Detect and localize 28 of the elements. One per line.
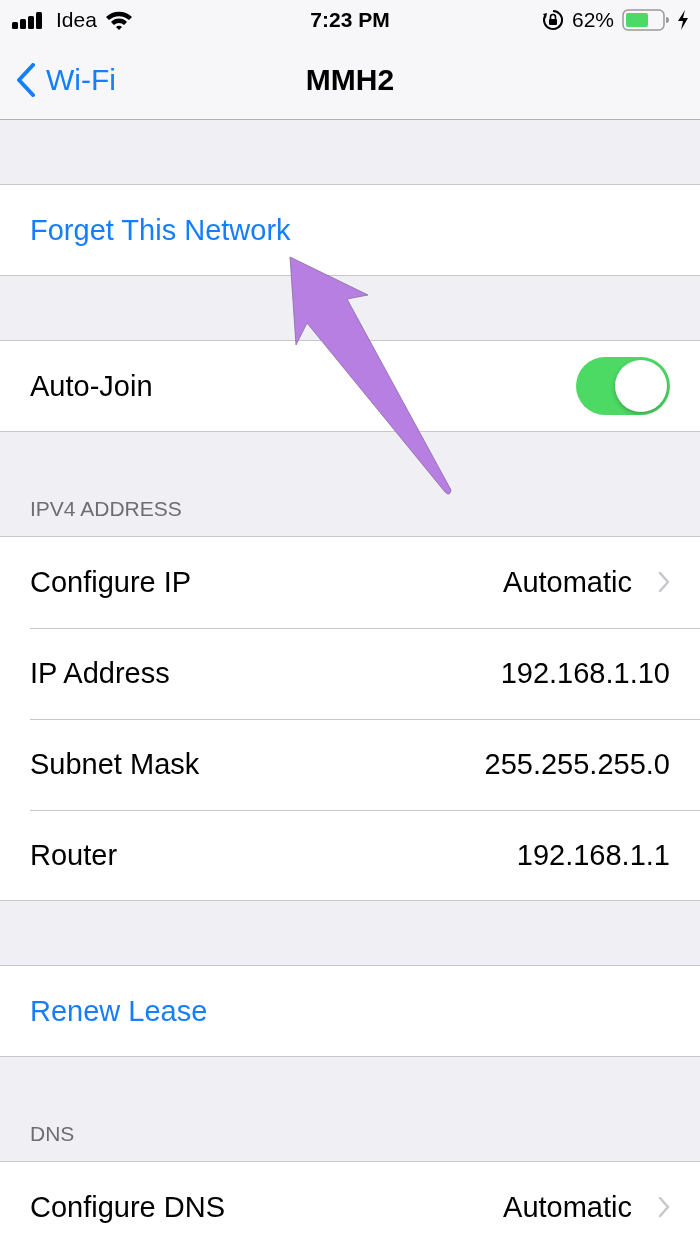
chevron-icon <box>658 571 670 593</box>
chevron-icon <box>658 1196 670 1218</box>
rotation-lock-icon <box>541 9 564 31</box>
row-label: Subnet Mask <box>30 747 200 781</box>
row-value: Automatic <box>503 565 632 599</box>
back-chevron-icon <box>16 62 36 97</box>
row-label: Configure DNS <box>30 1190 226 1224</box>
battery-percent: 62% <box>571 8 614 32</box>
row-value: 192.168.1.1 <box>516 838 670 872</box>
row-label: Auto-Join <box>30 369 153 403</box>
toggle-switch[interactable] <box>576 357 670 415</box>
charging-bolt-icon <box>678 10 688 30</box>
back-button[interactable]: Wi-Fi <box>0 62 116 97</box>
section-header: DNS <box>29 1122 75 1147</box>
carrier-name: Idea <box>56 8 97 32</box>
row-value: Automatic <box>503 1190 632 1224</box>
battery-icon <box>622 9 670 31</box>
row-label: Router <box>30 838 118 872</box>
section-header: IPV4 ADDRESS <box>29 497 182 522</box>
status-time: 7:23 PM <box>310 8 390 32</box>
row-label: IP Address <box>30 656 170 690</box>
row-label: Configure IP <box>30 565 192 599</box>
row-value: 192.168.1.10 <box>500 656 670 690</box>
nav-title: MMH2 <box>305 62 395 97</box>
action-link[interactable]: Renew Lease <box>30 994 208 1028</box>
row-value: 255.255.255.0 <box>484 747 670 781</box>
wifi-icon <box>104 10 133 30</box>
action-link[interactable]: Forget This Network <box>30 213 291 247</box>
